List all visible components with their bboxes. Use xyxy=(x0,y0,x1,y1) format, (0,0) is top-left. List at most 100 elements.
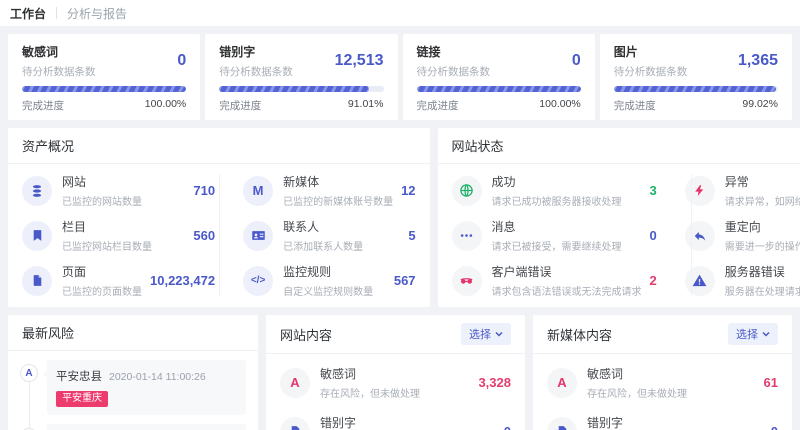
database-icon xyxy=(30,184,44,198)
globe-icon xyxy=(459,183,474,198)
dashboard-body: 敏感词待分析数据条数0完成进度100.00%错别字待分析数据条数12,513完成… xyxy=(0,26,800,430)
asset-grid: 网站已监控的网站数量710M新媒体已监控的新媒体账号数量12栏目已监控网站栏目数… xyxy=(8,164,430,307)
list-item-敏感词[interactable]: A敏感词存在风险，但未做处理61 xyxy=(533,358,792,407)
content-list: A敏感词存在风险，但未做处理61W错别字存在风险，但未做处理0链接存在风险，但未… xyxy=(533,354,792,430)
item-label: 页面 xyxy=(62,263,142,280)
item-label: 联系人 xyxy=(283,218,400,235)
select-dropdown-button[interactable]: 选择 xyxy=(728,323,778,345)
item-label: 栏目 xyxy=(62,218,185,235)
stat-card-1[interactable]: 错别字待分析数据条数12,513完成进度91.01% xyxy=(205,34,397,120)
item-description: 已监控网站栏目数量 xyxy=(62,238,185,253)
item-description: 已监控的新媒体账号数量 xyxy=(283,193,393,208)
item-description: 需要进一步的操作以完成请求 xyxy=(725,238,800,253)
icon-badge: W xyxy=(280,417,310,430)
code-icon: </> xyxy=(251,276,265,286)
contact-card-icon xyxy=(251,228,266,243)
icon-badge: A xyxy=(280,368,310,398)
list-item-异常[interactable]: 异常请求异常，如网络不可用或应用未及时响应1 xyxy=(671,168,800,213)
select-dropdown-button[interactable]: 选择 xyxy=(461,323,511,345)
item-description: 请求异常，如网络不可用或应用未及时响应 xyxy=(725,193,800,208)
item-description: 已监控的页面数量 xyxy=(62,283,142,298)
list-item-新媒体[interactable]: M新媒体已监控的新媒体账号数量12 xyxy=(229,168,429,213)
panel-title: 最新风险 xyxy=(22,323,74,342)
nav-item-workbench[interactable]: 工作台 xyxy=(10,5,46,22)
stat-card-3[interactable]: 图片待分析数据条数1,365完成进度99.02% xyxy=(600,34,792,120)
icon-badge xyxy=(22,176,52,206)
item-label: 网站 xyxy=(62,173,185,190)
list-item-敏感词[interactable]: A敏感词存在风险，但未做处理3,328 xyxy=(266,358,525,407)
stat-card-2[interactable]: 链接待分析数据条数0完成进度100.00% xyxy=(403,34,595,120)
item-label: 服务器错误 xyxy=(725,263,800,280)
stat-card-title: 链接 xyxy=(417,43,491,60)
site-status-panel: 网站状态 成功请求已成功被服务器接收处理3异常请求异常，如网络不可用或应用未及时… xyxy=(438,128,800,307)
risk-timeline: A平安忠县2020-01-14 11:00:26平安重庆A平安忠县2020-01… xyxy=(8,351,258,430)
item-value: 567 xyxy=(394,273,416,288)
asset-overview-panel: 资产概况 网站已监控的网站数量710M新媒体已监控的新媒体账号数量12栏目已监控… xyxy=(8,128,430,307)
item-label: 成功 xyxy=(492,173,642,190)
item-label: 消息 xyxy=(492,218,642,235)
item-description: 存在风险，但未做处理 xyxy=(320,385,470,400)
icon-badge: A xyxy=(547,368,577,398)
list-item-错别字[interactable]: W错别字存在风险，但未做处理0 xyxy=(266,407,525,430)
item-value: 5 xyxy=(408,228,415,243)
progress-bar xyxy=(219,86,383,92)
item-value: 3,328 xyxy=(478,375,511,390)
bolt-icon xyxy=(693,184,706,197)
list-item-服务器错误[interactable]: 服务器错误服务器在处理请求的过程中发生了错误0 xyxy=(671,258,800,303)
panel-title: 网站内容 xyxy=(280,325,332,344)
stat-card-subtitle: 待分析数据条数 xyxy=(219,64,293,79)
list-item-联系人[interactable]: 联系人已添加联系人数量5 xyxy=(229,213,429,258)
progress-percent: 99.02% xyxy=(742,98,778,113)
top-navbar: 工作台 分析与报告 xyxy=(0,0,800,26)
item-label: 敏感词 xyxy=(587,365,756,382)
status-grid: 成功请求已成功被服务器接收处理3异常请求异常，如网络不可用或应用未及时响应1消息… xyxy=(438,164,800,307)
list-item-网站[interactable]: 网站已监控的网站数量710 xyxy=(8,168,229,213)
stat-card-subtitle: 待分析数据条数 xyxy=(22,64,96,79)
avatar: A xyxy=(20,364,38,382)
progress-label: 完成进度 xyxy=(614,98,656,113)
item-label: 错别字 xyxy=(587,414,763,430)
list-item-栏目[interactable]: 栏目已监控网站栏目数量 560 xyxy=(8,213,229,258)
item-description: 服务器在处理请求的过程中发生了错误 xyxy=(725,283,800,298)
nav-item-analysis-report[interactable]: 分析与报告 xyxy=(67,5,127,22)
list-item-监控规则[interactable]: </>监控规则自定义监控规则数量567 xyxy=(229,258,429,303)
stat-card-0[interactable]: 敏感词待分析数据条数0完成进度100.00% xyxy=(8,34,200,120)
chevron-down-icon xyxy=(495,330,503,338)
bottom-row: 最新风险 A平安忠县2020-01-14 11:00:26平安重庆A平安忠县20… xyxy=(8,315,792,430)
item-description: 请求包含语法错误或无法完成请求 xyxy=(492,283,642,298)
icon-badge: M xyxy=(243,176,273,206)
list-item-错别字[interactable]: W错别字存在风险，但未做处理0 xyxy=(533,407,792,430)
redirect-icon xyxy=(693,229,707,243)
item-label: 异常 xyxy=(725,173,800,190)
item-label: 新媒体 xyxy=(283,173,393,190)
icon-badge xyxy=(452,266,482,296)
middle-row: 资产概况 网站已监控的网站数量710M新媒体已监控的新媒体账号数量12栏目已监控… xyxy=(8,128,792,307)
list-item-成功[interactable]: 成功请求已成功被服务器接收处理3 xyxy=(438,168,671,213)
progress-percent: 100.00% xyxy=(539,98,580,113)
item-value: 560 xyxy=(193,228,215,243)
risk-bubble: 平安忠县2020-01-13 10:00:45平安重庆 xyxy=(47,424,246,430)
item-value: 2 xyxy=(650,273,657,288)
risk-item-1[interactable]: A平安忠县2020-01-13 10:00:45平安重庆 xyxy=(20,424,246,430)
stat-card-subtitle: 待分析数据条数 xyxy=(614,64,688,79)
letter-a-icon: A xyxy=(290,376,299,389)
chevron-down-icon xyxy=(762,330,770,338)
risk-timestamp: 2020-01-14 11:00:26 xyxy=(109,371,206,383)
item-description: 请求已被接受，需要继续处理 xyxy=(492,238,642,253)
item-description: 存在风险，但未做处理 xyxy=(587,385,756,400)
list-item-重定向[interactable]: 重定向需要进一步的操作以完成请求0 xyxy=(671,213,800,258)
letter-a-icon: A xyxy=(557,376,566,389)
item-value: 0 xyxy=(650,228,657,243)
list-item-客户端错误[interactable]: 客户端错误请求包含语法错误或无法完成请求2 xyxy=(438,258,671,303)
list-item-页面[interactable]: 页面已监控的页面数量 10,223,472 xyxy=(8,258,229,303)
list-item-消息[interactable]: 消息请求已被接受，需要继续处理 0 xyxy=(438,213,671,258)
item-label: 监控规则 xyxy=(283,263,386,280)
icon-badge xyxy=(243,221,273,251)
item-value: 10,223,472 xyxy=(150,273,215,288)
icon-badge xyxy=(452,176,482,206)
item-value: 0 xyxy=(504,424,511,430)
site-content-panel: 网站内容 选择 A敏感词存在风险，但未做处理3,328W错别字存在风险，但未做处… xyxy=(266,315,525,430)
icon-badge xyxy=(22,221,52,251)
progress-label: 完成进度 xyxy=(219,98,261,113)
risk-item-0[interactable]: A平安忠县2020-01-14 11:00:26平安重庆 xyxy=(20,360,246,415)
